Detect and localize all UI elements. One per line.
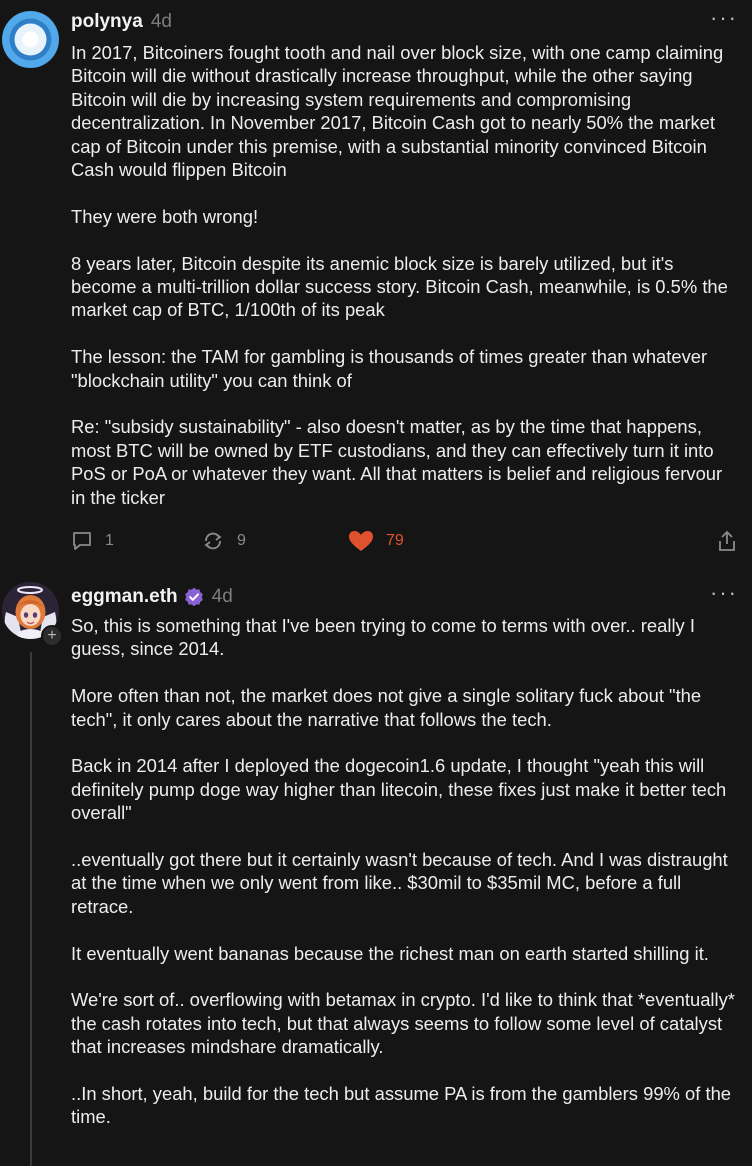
avatar[interactable]: [2, 11, 59, 68]
reply-button[interactable]: 1: [71, 530, 114, 552]
cast-actions: 1 9 79: [71, 530, 738, 560]
recast-icon: [204, 532, 222, 550]
like-count: 79: [386, 532, 404, 549]
cast-body: In 2017, Bitcoiners fought tooth and nai…: [71, 41, 741, 509]
paragraph: ..eventually got there but it certainly …: [71, 849, 728, 917]
paragraph: In 2017, Bitcoiners fought tooth and nai…: [71, 42, 724, 181]
paragraph: More often than not, the market does not…: [71, 685, 702, 730]
reply-count: 1: [105, 532, 114, 549]
follow-add-icon[interactable]: +: [41, 625, 63, 647]
recast-count: 9: [237, 532, 246, 549]
paragraph: Back in 2014 after I deployed the dogeco…: [71, 755, 727, 824]
more-options-icon[interactable]: ···: [710, 7, 738, 29]
paragraph: 8 years later, Bitcoin despite its anemi…: [71, 252, 728, 321]
recast-button[interactable]: 9: [201, 530, 246, 552]
cast-polynya: polynya 4d ··· In 2017, Bitcoiners fough…: [0, 0, 752, 570]
cast-header: eggman.eth 4d ···: [71, 582, 738, 610]
username[interactable]: polynya: [71, 11, 143, 33]
username[interactable]: eggman.eth: [71, 586, 178, 608]
cast-header: polynya 4d ···: [71, 7, 738, 35]
paragraph: They were both wrong!: [71, 205, 259, 227]
avatar-ring-icon: [2, 11, 59, 68]
more-options-icon[interactable]: ···: [710, 582, 738, 604]
comment-icon: [73, 532, 91, 550]
paragraph: So, this is something that I've been try…: [71, 615, 695, 660]
paragraph: We're sort of.. overflowing with betamax…: [71, 989, 735, 1058]
cast-eggman: + eggman.eth 4d ··· So, this is somethin…: [0, 570, 752, 1166]
thread-line: [30, 652, 32, 1166]
cast-body: So, this is something that I've been try…: [71, 614, 741, 1129]
verified-badge-icon: [184, 587, 203, 607]
paragraph: The lesson: the TAM for gambling is thou…: [71, 346, 708, 391]
like-button[interactable]: 79: [348, 530, 404, 552]
paragraph: ..In short, yeah, build for the tech but…: [71, 1083, 732, 1128]
share-button[interactable]: [716, 530, 738, 552]
heart-icon: [349, 531, 373, 551]
paragraph: It eventually went bananas because the r…: [71, 942, 709, 964]
share-icon: [719, 530, 735, 551]
paragraph: Re: "subsidy sustainability" - also does…: [71, 416, 723, 508]
timestamp[interactable]: 4d: [151, 11, 172, 33]
timestamp[interactable]: 4d: [212, 586, 233, 608]
